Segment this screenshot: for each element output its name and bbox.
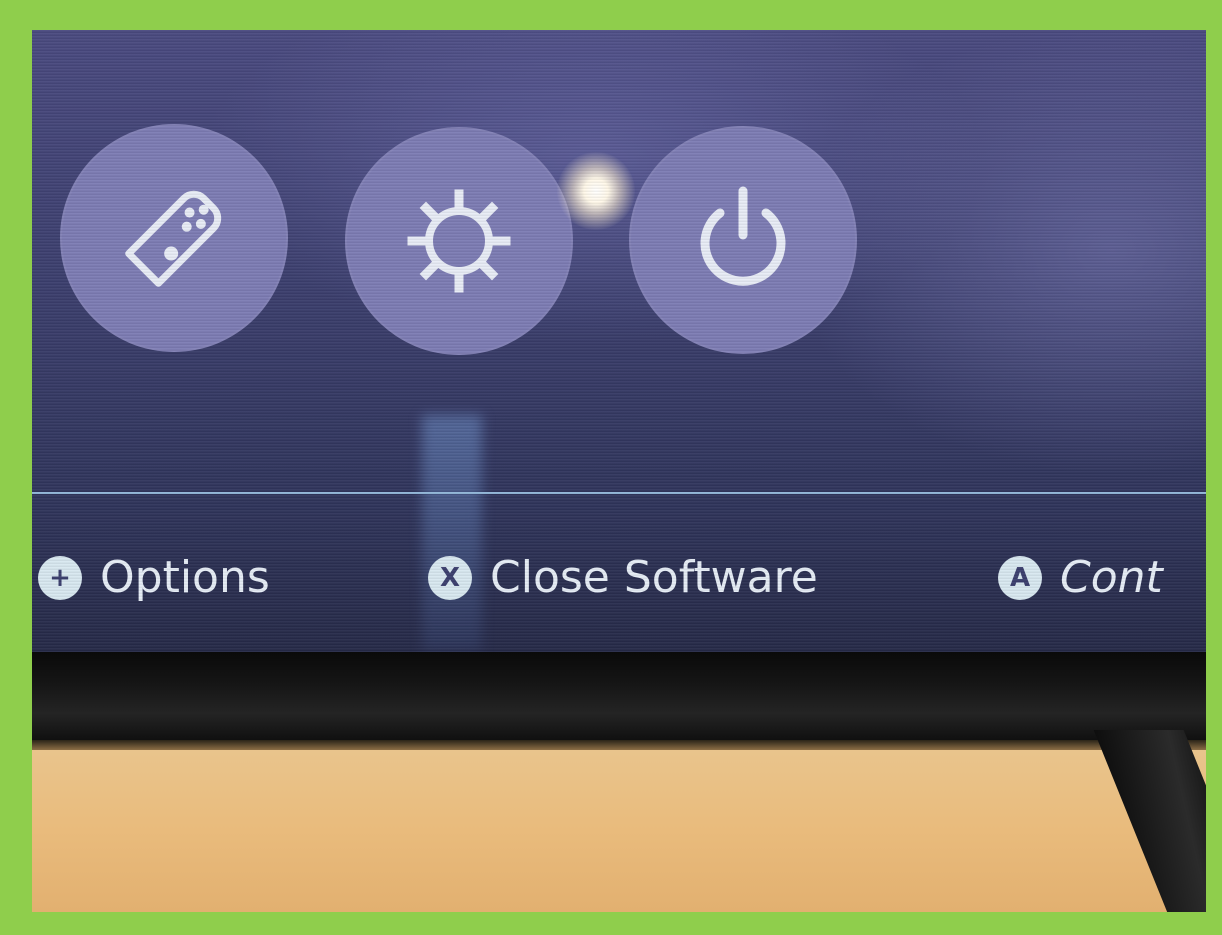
close-software-label: Close Software <box>490 552 818 603</box>
photo-frame: + Options X Close Software A Cont <box>32 30 1206 912</box>
button-hint-bar: + Options X Close Software A Cont <box>32 548 1206 608</box>
gear-icon <box>407 189 511 293</box>
options-label: Options <box>100 552 270 603</box>
plus-button-icon: + <box>38 555 82 600</box>
tv-screen: + Options X Close Software A Cont <box>32 30 1206 652</box>
wooden-desk <box>32 750 1206 912</box>
tv-bezel <box>32 652 1206 740</box>
settings-button[interactable] <box>345 127 573 355</box>
options-hint[interactable]: + Options <box>38 552 270 603</box>
close-software-hint[interactable]: X Close Software <box>428 552 818 603</box>
controller-icon <box>125 190 222 287</box>
x-button-icon: X <box>428 555 472 600</box>
continue-label: Cont <box>1060 552 1163 603</box>
continue-hint[interactable]: A Cont <box>998 552 1163 603</box>
power-icon <box>700 186 786 286</box>
light-reflection <box>422 415 482 652</box>
controllers-button[interactable] <box>60 124 288 352</box>
divider-line <box>32 492 1206 494</box>
a-button-icon: A <box>998 555 1042 600</box>
tv-bezel-edge <box>32 740 1206 750</box>
power-button[interactable] <box>629 126 857 354</box>
